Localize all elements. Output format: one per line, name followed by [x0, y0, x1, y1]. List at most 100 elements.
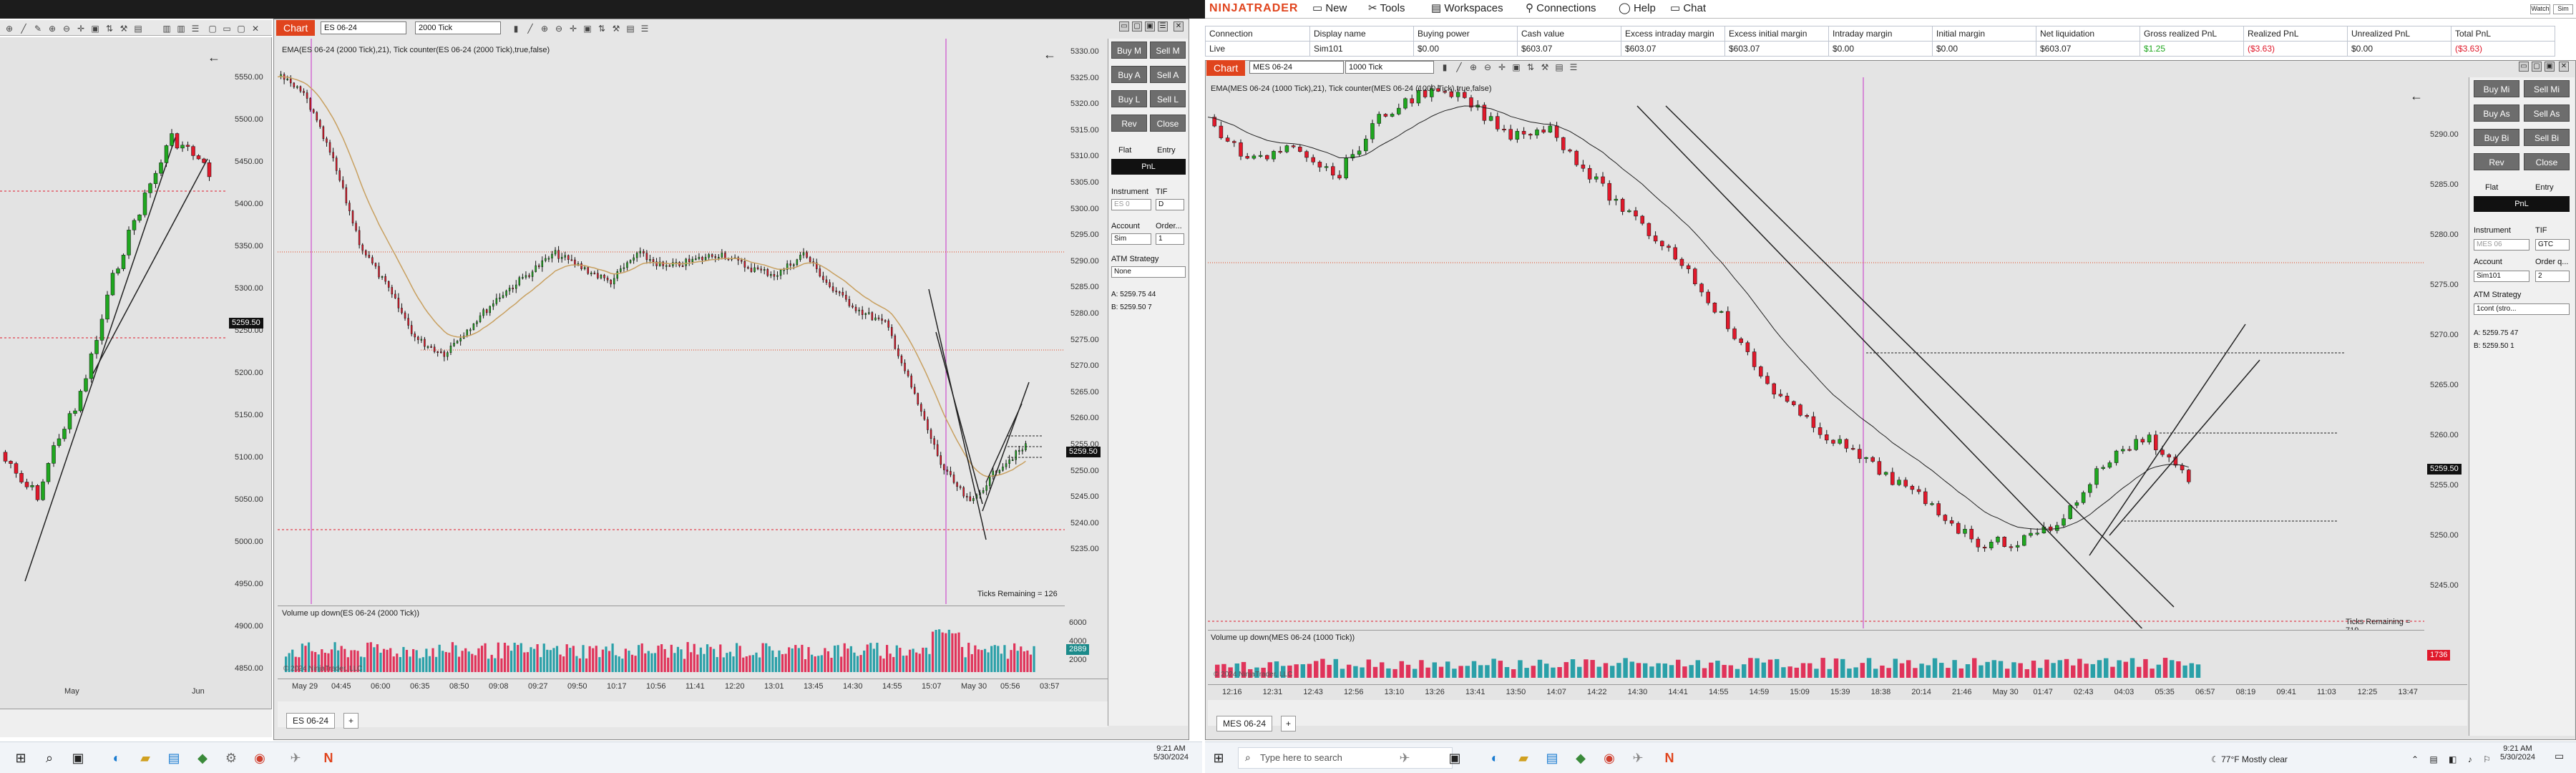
- chart2-sell-bid-button[interactable]: Sell Bi: [2524, 129, 2570, 146]
- chart2-atm-select[interactable]: 1cont (stro...: [2474, 303, 2570, 315]
- chart1-instrument-select[interactable]: ES 06-24: [321, 21, 406, 34]
- chart2-canvas[interactable]: [1207, 77, 2424, 636]
- chart2-tab[interactable]: Chart: [1206, 60, 1246, 76]
- chart1-account-select[interactable]: Sim: [1111, 233, 1151, 245]
- accounts-row[interactable]: Live Sim101 $0.00 $603.07 $603.07 $603.07 $0.0…: [1205, 41, 2555, 57]
- properties-icon[interactable]: ▣: [582, 24, 592, 34]
- strategy-icon[interactable]: ⚒: [611, 24, 621, 34]
- indicators-icon[interactable]: ⇅: [597, 24, 607, 34]
- chart1-atm-select[interactable]: None: [1111, 266, 1186, 278]
- chart1-add-tab-button[interactable]: +: [343, 713, 359, 729]
- window-max-icon[interactable]: ▢: [236, 24, 246, 34]
- window-list-icon[interactable]: ☰: [1568, 62, 1579, 72]
- windows-start-icon-right[interactable]: ⊞: [1209, 749, 1228, 767]
- chrome-icon-right[interactable]: ◉: [1600, 749, 1619, 767]
- order-entry2-icon[interactable]: ▥: [176, 24, 186, 34]
- properties-icon[interactable]: ▣: [90, 24, 100, 34]
- chart1-sell-limit-button[interactable]: Sell L: [1150, 90, 1186, 107]
- order-entry-icon[interactable]: ▥: [162, 24, 172, 34]
- window-list-icon[interactable]: ☰: [640, 24, 650, 34]
- chart1-restore-button[interactable]: ▣: [1145, 21, 1155, 31]
- windows-start-icon[interactable]: ⊞: [11, 749, 30, 767]
- task-view-icon[interactable]: ▣: [69, 749, 87, 767]
- chart2-sell-ask-button[interactable]: Sell As: [2524, 104, 2570, 122]
- notifications-icon[interactable]: ▭: [2555, 750, 2564, 762]
- chart1-maximize-button[interactable]: ▢: [1132, 21, 1142, 31]
- chart1-interval-select[interactable]: 2000 Tick: [415, 21, 501, 34]
- chrome-icon[interactable]: ◉: [250, 749, 269, 767]
- app-icon[interactable]: ◆: [193, 749, 212, 767]
- chart2-buy-market-button[interactable]: Buy Mi: [2474, 80, 2519, 97]
- chart1-buy-limit-button[interactable]: Buy L: [1111, 90, 1147, 107]
- chart2-rev-button[interactable]: Rev: [2474, 153, 2519, 170]
- chart2-back-arrow-icon[interactable]: ←: [2410, 89, 2423, 104]
- data-box-icon[interactable]: ▤: [625, 24, 635, 34]
- bars-icon[interactable]: ▮: [511, 24, 521, 34]
- edge-icon-right[interactable]: ◐: [1485, 749, 1504, 767]
- menu-new[interactable]: ▭ New: [1312, 1, 1347, 14]
- move-icon[interactable]: ✛: [1497, 62, 1507, 72]
- chart2-account-select[interactable]: Sim101: [2474, 271, 2529, 282]
- chart1-tab[interactable]: Chart: [276, 20, 316, 36]
- chart1-canvas[interactable]: [277, 39, 1065, 604]
- menu-help[interactable]: ◯ Help: [1619, 1, 1656, 14]
- chart1-pnl-display[interactable]: PnL: [1111, 159, 1186, 175]
- window-close-icon[interactable]: ▢: [208, 24, 218, 34]
- system-tray-icons[interactable]: ⌃ ▤ ◧ ♪ ⚐: [2411, 754, 2495, 764]
- indicators-icon[interactable]: ⇅: [1526, 62, 1536, 72]
- chart1-close-position-button[interactable]: Close: [1150, 115, 1186, 132]
- chart2-volume-panel[interactable]: Volume up down(MES 06-24 (1000 Tick)) © …: [1208, 630, 2424, 683]
- zoom-in-icon[interactable]: ⊕: [540, 24, 550, 34]
- zoom-out-icon[interactable]: ⊖: [554, 24, 564, 34]
- watch-button[interactable]: Watch: [2530, 4, 2550, 14]
- menu-workspaces[interactable]: ▤ Workspaces: [1431, 1, 1503, 14]
- back-arrow-icon[interactable]: ←: [208, 50, 220, 65]
- store-icon-right[interactable]: ▤: [1543, 749, 1561, 767]
- window-list-icon[interactable]: ☰: [190, 24, 200, 34]
- ninjatrader-icon[interactable]: N: [319, 749, 338, 767]
- search-icon[interactable]: ⌕: [40, 749, 59, 767]
- store-icon[interactable]: ▤: [165, 749, 183, 767]
- chart2-close-button[interactable]: ✕: [2559, 62, 2569, 72]
- file-explorer-icon-right[interactable]: ▰: [1514, 749, 1533, 767]
- weather-widget[interactable]: ☾ 77°F Mostly clear: [2211, 754, 2288, 764]
- window-min-icon[interactable]: ▭: [222, 24, 232, 34]
- chart2-restore-button[interactable]: ▣: [2545, 62, 2555, 72]
- left-chart-panel[interactable]: ← 5550.00 5500.00 5450.00 5400.00 5350.00 530…: [0, 37, 272, 710]
- chart1-price-panel[interactable]: EMA(ES 06-24 (2000 Tick),21), Tick count…: [277, 39, 1065, 604]
- chart2-instrument-box[interactable]: MES 06: [2474, 239, 2529, 251]
- draw-icon[interactable]: ╱: [1454, 62, 1464, 72]
- taskbar-search-input[interactable]: Type here to search: [1238, 747, 1453, 769]
- chart1-tif-select[interactable]: D: [1156, 199, 1184, 210]
- eagle-icon[interactable]: ✈: [1395, 749, 1414, 767]
- properties-icon[interactable]: ▣: [1511, 62, 1521, 72]
- zoom-out-icon[interactable]: ⊖: [62, 24, 72, 34]
- chart1-buy-market-button[interactable]: Buy M: [1111, 42, 1147, 59]
- move-icon[interactable]: ✛: [568, 24, 578, 34]
- chart1-window-menu-button[interactable]: ☰: [1158, 21, 1168, 31]
- chart1-buy-ask-button[interactable]: Buy A: [1111, 66, 1147, 83]
- chart1-instrument-box[interactable]: ES 0: [1111, 199, 1151, 210]
- draw-line-icon[interactable]: ╱: [19, 24, 29, 34]
- data-box-icon[interactable]: ▤: [133, 24, 143, 34]
- edge-icon[interactable]: ◐: [107, 749, 126, 767]
- chart1-minimize-button[interactable]: ▭: [1119, 21, 1129, 31]
- chart1-back-arrow-icon[interactable]: ←: [1043, 47, 1056, 62]
- chart2-minimize-button[interactable]: ▭: [2519, 62, 2529, 72]
- file-explorer-icon[interactable]: ▰: [136, 749, 155, 767]
- draw-icon[interactable]: ╱: [525, 24, 535, 34]
- chart2-price-panel[interactable]: EMA(MES 06-24 (1000 Tick),21), Tick coun…: [1207, 77, 2424, 636]
- chart2-instrument-select[interactable]: MES 06-24: [1249, 61, 1344, 74]
- bars-icon[interactable]: ▮: [1440, 62, 1450, 72]
- indicators-icon[interactable]: ⇅: [104, 24, 114, 34]
- crosshair-icon[interactable]: ⊕: [4, 24, 14, 34]
- strategy-icon[interactable]: ⚒: [119, 24, 129, 34]
- app-icon-right[interactable]: ◆: [1571, 749, 1590, 767]
- chart2-bottom-tab[interactable]: MES 06-24: [1216, 716, 1273, 731]
- pencil-icon[interactable]: ✎: [33, 24, 43, 34]
- zoom-in-icon[interactable]: ⊕: [47, 24, 57, 34]
- sim-button[interactable]: Sim: [2553, 4, 2573, 14]
- zoom-in-icon[interactable]: ⊕: [1468, 62, 1478, 72]
- menu-chat[interactable]: ▭ Chat: [1670, 1, 1706, 14]
- chart1-bottom-tab[interactable]: ES 06-24: [286, 713, 336, 729]
